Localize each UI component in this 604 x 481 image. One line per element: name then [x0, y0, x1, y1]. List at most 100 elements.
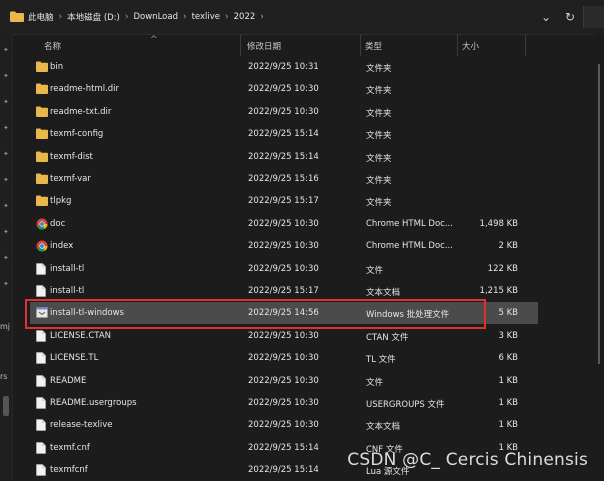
file-name: LICENSE.CTAN	[50, 330, 112, 341]
breadcrumb-separator: ›	[182, 12, 187, 22]
search-input[interactable]	[583, 6, 604, 28]
sidebar-item-label[interactable]: mj	[0, 322, 10, 331]
pin-icon[interactable]: ✦	[3, 177, 9, 184]
sidebar-item-label[interactable]: rs	[0, 372, 7, 381]
pin-icon[interactable]: ✦	[3, 281, 9, 288]
pin-icon[interactable]: ✦	[3, 151, 9, 158]
file-modified: 2022/9/25 10:30	[248, 218, 319, 229]
table-row[interactable]: readme-txt.dir 2022/9/25 10:30 文件夹	[30, 101, 538, 123]
sidebar-scrollbar[interactable]	[3, 396, 9, 416]
breadcrumb-2022[interactable]: 2022	[234, 12, 256, 22]
breadcrumb-texlive[interactable]: texlive	[192, 12, 220, 22]
file-name: texmf.cnf	[50, 442, 90, 453]
sort-ascending-icon: ^	[150, 35, 158, 45]
table-row[interactable]: README.usergroups 2022/9/25 10:30 USERGROU…	[30, 392, 538, 414]
file-icon	[36, 419, 48, 432]
table-row[interactable]: index 2022/9/25 10:30 Chrome HTML Doc... 2 …	[30, 235, 538, 257]
table-row[interactable]: doc 2022/9/25 10:30 Chrome HTML Doc... 1,49…	[30, 213, 538, 235]
column-divider[interactable]	[525, 34, 526, 56]
folder-icon	[10, 11, 24, 22]
pin-icon[interactable]: ✦	[3, 229, 9, 236]
address-bar[interactable]: 此电脑 › 本地磁盘 (D:) › DownLoad › texlive › 2…	[0, 0, 604, 35]
file-type: 文件夹	[366, 131, 392, 142]
breadcrumb-separator: ›	[124, 12, 129, 22]
breadcrumb-separator: ›	[260, 12, 264, 22]
table-row[interactable]: readme-html.dir 2022/9/25 10:30 文件夹	[30, 78, 538, 100]
table-row[interactable]: tlpkg 2022/9/25 15:17 文件夹	[30, 190, 538, 212]
column-header: ^ 名称 修改日期 类型 大小	[12, 34, 604, 56]
vertical-scrollbar[interactable]	[594, 34, 604, 480]
file-name: README	[50, 375, 87, 386]
chrome-icon	[36, 240, 48, 252]
file-modified: 2022/9/25 15:14	[248, 465, 319, 476]
table-row[interactable]: bin 2022/9/25 10:31 文件夹	[30, 56, 538, 78]
folder-icon	[36, 128, 48, 140]
file-name: install-tl	[50, 263, 85, 274]
file-size: 1,215 KB	[479, 286, 518, 296]
file-modified: 2022/9/25 10:30	[248, 84, 319, 95]
file-modified: 2022/9/25 10:30	[248, 398, 319, 408]
file-type: 文件夹	[366, 64, 392, 74]
file-modified: 2022/9/25 10:30	[248, 263, 319, 274]
file-type: TL 文件	[366, 355, 396, 366]
file-size: 1 KB	[498, 375, 518, 386]
file-type: 文件	[366, 265, 384, 276]
column-divider[interactable]	[457, 34, 458, 56]
file-modified: 2022/9/25 10:31	[248, 62, 319, 72]
table-row[interactable]: LICENSE.TL 2022/9/25 10:30 TL 文件 6 KB	[30, 347, 538, 369]
history-dropdown-button[interactable]: ⌄	[535, 6, 557, 28]
file-name: doc	[50, 218, 66, 229]
breadcrumb-local-disk[interactable]: 本地磁盘 (D:)	[67, 11, 120, 23]
column-divider[interactable]	[360, 34, 361, 56]
file-icon	[36, 329, 48, 342]
column-header-size[interactable]: 大小	[462, 40, 479, 52]
pin-icon[interactable]: ✦	[3, 73, 9, 80]
table-row[interactable]: texmf-dist 2022/9/25 15:14 文件夹	[30, 146, 538, 168]
column-header-type[interactable]: 类型	[365, 40, 382, 52]
navigation-pane: ✦ ✦ ✦ ✦ ✦ ✦ ✦ ✦ ✦ ✦ mj rs	[0, 34, 13, 480]
file-modified: 2022/9/25 10:30	[248, 420, 319, 431]
file-name: release-texlive	[50, 420, 113, 431]
file-type: Chrome HTML Doc...	[366, 218, 453, 229]
table-row[interactable]: texmf-config 2022/9/25 15:14 文件夹	[30, 123, 538, 145]
breadcrumb: 此电脑 › 本地磁盘 (D:) › DownLoad › texlive › 2…	[28, 11, 269, 23]
file-size: 3 KB	[498, 330, 518, 341]
breadcrumb-download[interactable]: DownLoad	[133, 12, 177, 22]
scrollbar-thumb[interactable]	[598, 64, 600, 364]
column-divider[interactable]	[240, 34, 241, 56]
folder-icon	[36, 83, 48, 95]
table-row[interactable]: texmf-var 2022/9/25 15:16 文件夹	[30, 168, 538, 190]
file-size: 2 KB	[498, 241, 518, 252]
file-name: index	[50, 241, 74, 252]
watermark: CSDN @C_ Cercis Chinensis	[347, 450, 588, 470]
file-type: 文本文档	[366, 288, 401, 298]
breadcrumb-separator: ›	[58, 12, 63, 22]
file-name: tlpkg	[50, 196, 72, 207]
table-row[interactable]: README 2022/9/25 10:30 文件 1 KB	[30, 370, 538, 392]
column-header-modified[interactable]: 修改日期	[247, 40, 281, 52]
file-type: CTAN 文件	[366, 332, 409, 343]
file-size: 6 KB	[498, 353, 518, 364]
file-icon	[36, 262, 48, 275]
pin-icon[interactable]: ✦	[3, 203, 9, 210]
file-modified: 2022/9/25 15:14	[248, 442, 319, 453]
file-type: 文件夹	[366, 198, 392, 209]
file-type: 文件夹	[366, 108, 392, 119]
file-name: texmf-config	[50, 129, 104, 140]
pin-icon[interactable]: ✦	[3, 99, 9, 106]
pin-icon[interactable]: ✦	[3, 125, 9, 132]
breadcrumb-this-pc[interactable]: 此电脑	[28, 11, 54, 23]
folder-icon	[36, 151, 48, 162]
pin-icon[interactable]: ✦	[3, 47, 9, 54]
file-name: texmf-dist	[50, 151, 93, 162]
folder-icon	[36, 173, 48, 184]
pin-icon[interactable]: ✦	[3, 255, 9, 262]
column-header-name[interactable]: 名称	[44, 40, 61, 52]
table-row[interactable]: install-tl 2022/9/25 10:30 文件 122 KB	[30, 258, 538, 280]
file-size: 122 KB	[487, 263, 518, 274]
breadcrumb-separator: ›	[225, 12, 229, 22]
file-modified: 2022/9/25 10:30	[248, 330, 319, 341]
file-type: 文件	[366, 377, 384, 388]
refresh-button[interactable]: ↻	[559, 6, 581, 28]
table-row[interactable]: release-texlive 2022/9/25 10:30 文本文档 1 KB	[30, 414, 538, 436]
